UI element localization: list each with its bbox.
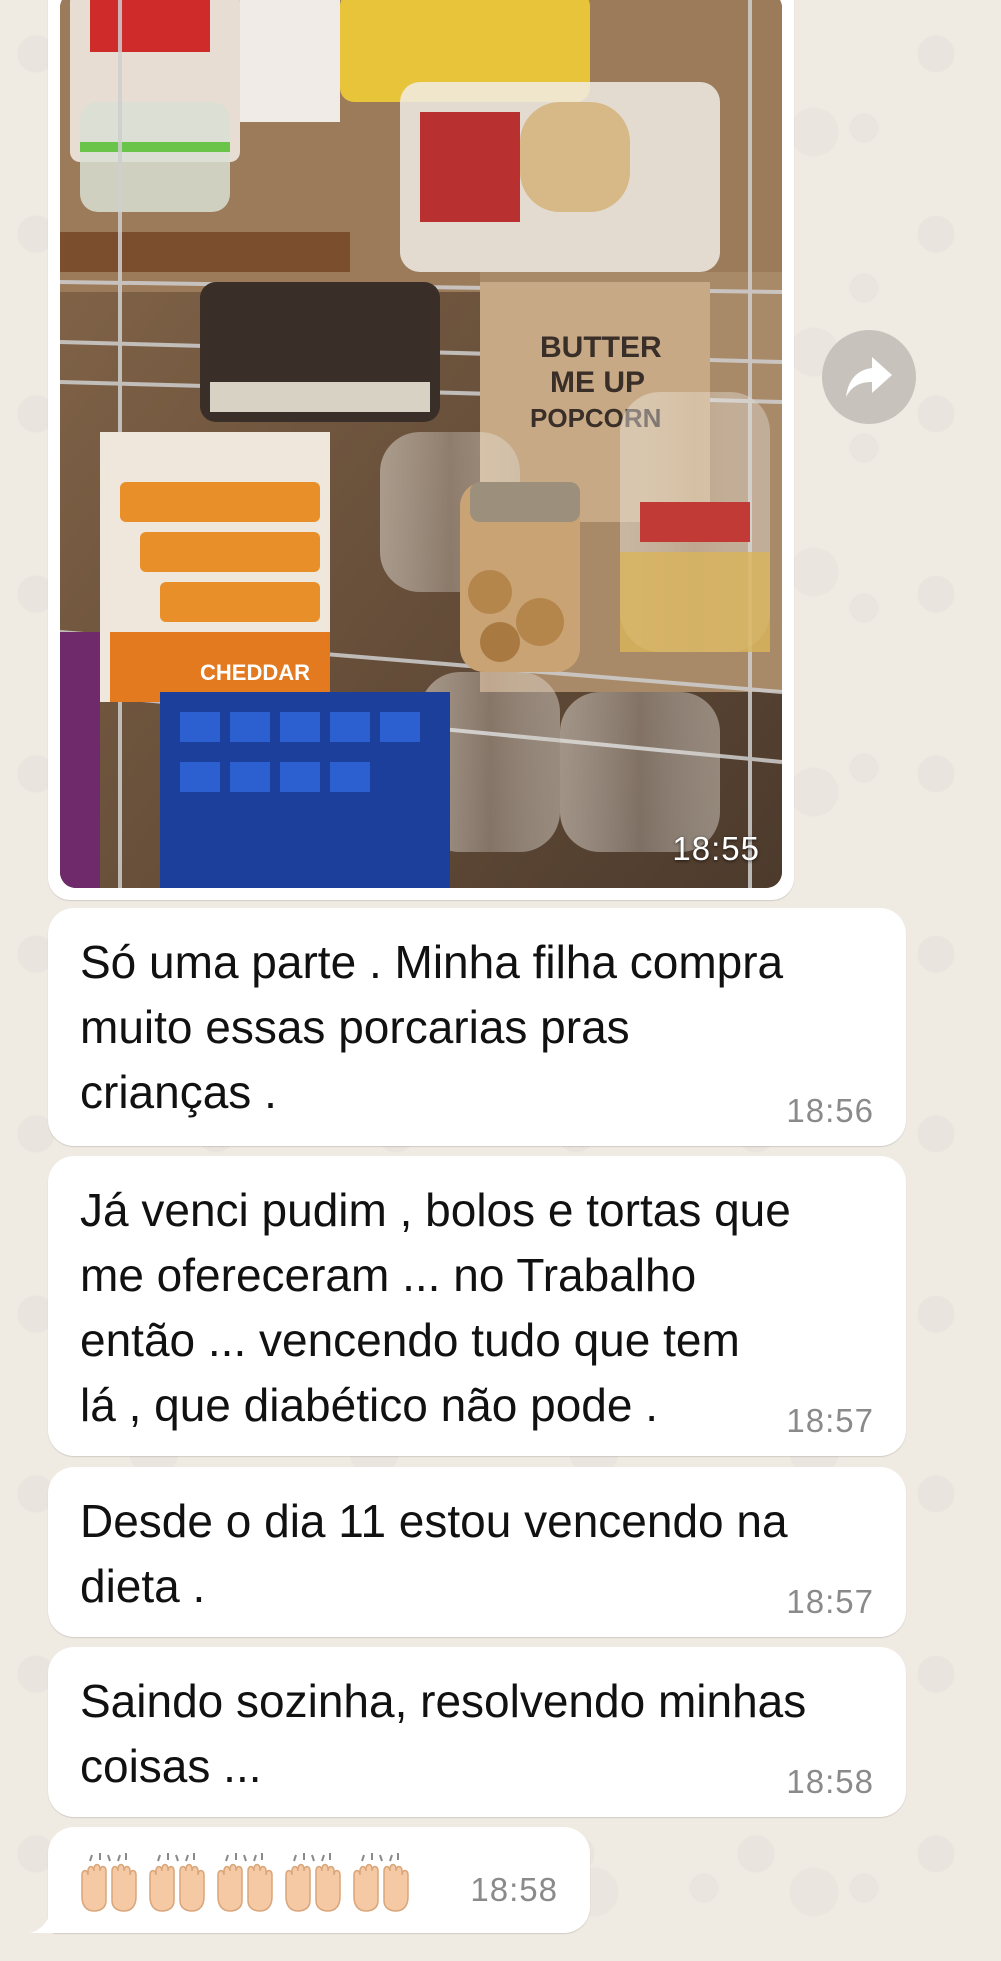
raising-hands-icon	[149, 1853, 205, 1912]
svg-text:BUTTER: BUTTER	[540, 331, 662, 364]
image-timestamp: 18:55	[672, 830, 760, 867]
emoji-message-bubble[interactable]: 18:58	[30, 1827, 590, 1933]
raising-hands-icon	[81, 1853, 137, 1912]
message-timestamp: 18:58	[786, 1763, 874, 1800]
svg-text:CHEDDAR: CHEDDAR	[200, 660, 310, 685]
message-text: Desde o dia 11 estou vencendo na dieta .	[80, 1495, 788, 1612]
raising-hands-icon	[353, 1853, 409, 1912]
emoji-row	[78, 1851, 414, 1913]
share-arrow-icon	[846, 357, 892, 397]
message-text: Saindo sozinha, resolvendo minhas coisas…	[80, 1675, 807, 1792]
message-bubble[interactable]: Só uma parte . Minha filha compra muito …	[48, 908, 906, 1146]
message-text: Já venci pudim , bolos e tortas que me o…	[80, 1184, 791, 1431]
message-bubble[interactable]: Saindo sozinha, resolvendo minhas coisas…	[48, 1647, 906, 1817]
message-bubble[interactable]: Desde o dia 11 estou vencendo na dieta .…	[48, 1467, 906, 1637]
pantry-shelf-photo: BUTTER ME UP POPCORN CHEDDAR	[60, 0, 782, 888]
raising-hands-icon	[217, 1853, 273, 1912]
message-text: Só uma parte . Minha filha compra muito …	[80, 936, 784, 1118]
forward-button[interactable]	[822, 330, 916, 424]
image-message-bubble[interactable]: BUTTER ME UP POPCORN CHEDDAR 18:55	[48, 0, 794, 900]
svg-text:ME UP: ME UP	[550, 366, 645, 399]
message-bubble[interactable]: Já venci pudim , bolos e tortas que me o…	[48, 1156, 906, 1456]
message-timestamp: 18:57	[786, 1402, 874, 1439]
raising-hands-icon	[285, 1853, 341, 1912]
message-timestamp: 18:58	[470, 1871, 558, 1908]
bubble-tail	[30, 1899, 70, 1933]
message-timestamp: 18:56	[786, 1092, 874, 1129]
shared-photo[interactable]: BUTTER ME UP POPCORN CHEDDAR 18:55	[60, 0, 782, 888]
message-timestamp: 18:57	[786, 1583, 874, 1620]
